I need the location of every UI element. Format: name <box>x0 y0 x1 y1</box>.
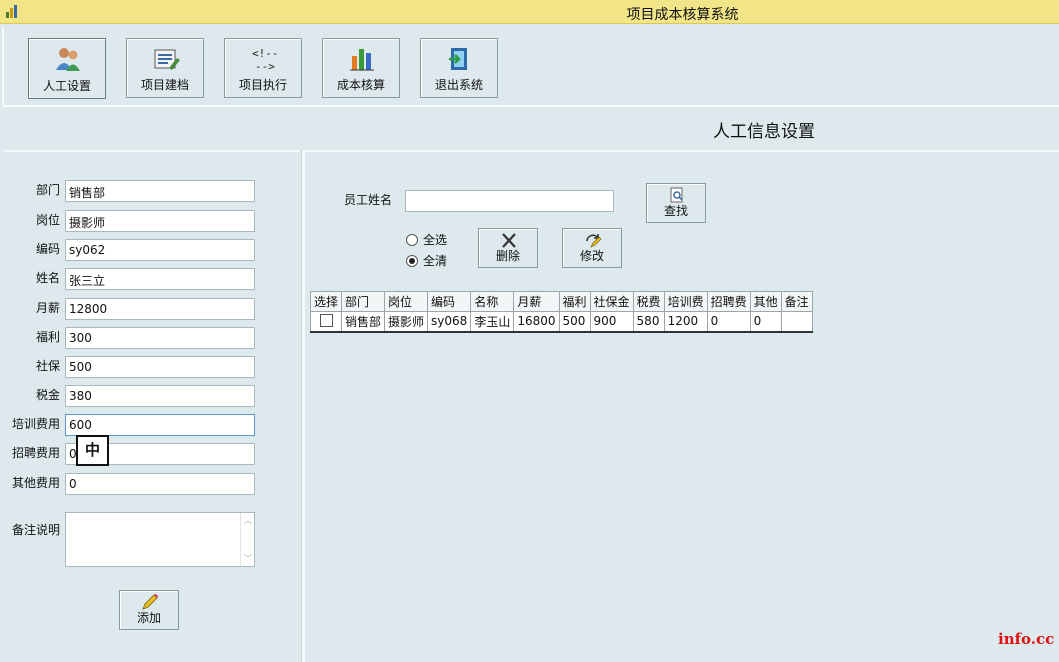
clear-all-radio-circle[interactable] <box>406 255 418 267</box>
edit-button-label: 修改 <box>579 249 604 263</box>
position-input[interactable]: 摄影师 <box>65 210 255 232</box>
social-security-label: 社保 <box>35 359 60 373</box>
position-label: 岗位 <box>35 213 60 227</box>
archive-icon <box>154 49 180 70</box>
employee-table: 选择 部门 岗位 编码 名称 月薪 福利 社保金 税费 培训费 招聘费 其他 备… <box>309 291 813 333</box>
table-cell[interactable]: 900 <box>589 311 634 333</box>
remarks-textarea[interactable]: ︿ ﹀ <box>65 512 255 567</box>
other-cost-label: 其他费用 <box>11 476 60 490</box>
code-input[interactable]: sy062 <box>65 239 255 261</box>
select-all-radio-circle[interactable] <box>406 234 418 246</box>
watermark: info.cc <box>998 630 1055 648</box>
welfare-label: 福利 <box>35 330 60 344</box>
clear-all-radio[interactable]: 全清 <box>406 252 447 269</box>
table-row[interactable]: 销售部 摄影师 sy068 李玉山 16800 500 900 580 1200… <box>309 311 813 333</box>
remarks-scrollbar[interactable]: ︿ ﹀ <box>240 513 254 566</box>
table-cell[interactable]: 0 <box>749 311 782 333</box>
table-cell[interactable]: 580 <box>632 311 665 333</box>
code-label: 编码 <box>35 242 60 256</box>
tax-input[interactable]: 380 <box>65 385 255 407</box>
table-header-row: 选择 部门 岗位 编码 名称 月薪 福利 社保金 税费 培训费 招聘费 其他 备… <box>309 291 813 312</box>
other-cost-input[interactable]: 0 <box>65 473 255 495</box>
toolbar-button-exit-system[interactable]: 退出系统 <box>420 38 498 98</box>
toolbar-button-label: 成本核算 <box>336 78 385 92</box>
row-select-checkbox[interactable] <box>319 314 333 328</box>
monthly-salary-input[interactable]: 12800 <box>65 298 255 320</box>
add-button-label: 添加 <box>136 611 161 625</box>
department-input[interactable]: 销售部 <box>65 180 255 202</box>
name-label: 姓名 <box>35 271 60 285</box>
column-header-social-security[interactable]: 社保金 <box>589 291 634 312</box>
table-cell[interactable]: 李玉山 <box>470 311 515 333</box>
toolbar-button-label: 项目执行 <box>238 78 287 92</box>
toolbar-button-label: 项目建档 <box>140 78 189 92</box>
table-cell[interactable] <box>780 311 813 333</box>
column-header-select[interactable]: 选择 <box>309 291 343 312</box>
title-bar: 项目成本核算系统 <box>0 0 1059 24</box>
scroll-up-icon[interactable]: ︿ <box>244 515 252 526</box>
monthly-salary-label: 月薪 <box>35 301 60 315</box>
bar-chart-icon <box>350 49 374 71</box>
execute-icon: <!-- --> <box>252 47 279 73</box>
add-button[interactable]: 添加 <box>119 590 179 630</box>
find-button[interactable]: 查找 <box>646 183 706 223</box>
employee-list-panel <box>305 150 1059 662</box>
window-title: 项目成本核算系统 <box>626 7 739 23</box>
table-cell[interactable]: 1200 <box>663 311 708 333</box>
welfare-input[interactable]: 300 <box>65 327 255 349</box>
delete-button[interactable]: 删除 <box>478 228 538 268</box>
social-security-input[interactable]: 500 <box>65 356 255 378</box>
svg-text:-->: --> <box>255 60 275 73</box>
ime-indicator[interactable]: 中 <box>76 435 109 466</box>
clear-all-label: 全清 <box>423 254 448 268</box>
department-label: 部门 <box>35 183 60 197</box>
employee-name-input[interactable] <box>405 190 614 212</box>
column-header-monthly-salary[interactable]: 月薪 <box>513 291 560 312</box>
users-icon <box>56 48 80 71</box>
toolbar-button-project-archive[interactable]: 项目建档 <box>126 38 204 98</box>
delete-button-label: 删除 <box>495 249 520 263</box>
table-cell-select[interactable] <box>309 311 343 333</box>
svg-text:<!--: <!-- <box>252 47 279 60</box>
training-cost-label: 培训费用 <box>11 417 60 431</box>
table-cell[interactable]: 500 <box>558 311 591 333</box>
find-button-label: 查找 <box>663 204 688 218</box>
toolbar-button-label: 人工设置 <box>42 79 91 93</box>
exit-icon <box>449 48 467 70</box>
table-cell[interactable]: 摄影师 <box>384 311 429 333</box>
column-header-training[interactable]: 培训费 <box>663 291 708 312</box>
page-title: 人工信息设置 <box>713 122 815 142</box>
column-header-welfare[interactable]: 福利 <box>558 291 591 312</box>
training-cost-input[interactable]: 600 <box>65 414 255 436</box>
toolbar-button-labor-settings[interactable]: 人工设置 <box>28 38 106 99</box>
remarks-label: 备注说明 <box>11 523 60 537</box>
select-all-label: 全选 <box>423 233 448 247</box>
main-toolbar: 人工设置 项目建档 <!-- --> 项目执行 成本核算 退出系统 <box>2 26 1059 107</box>
table-cell[interactable]: 销售部 <box>341 311 386 333</box>
table-cell[interactable]: 0 <box>706 311 751 333</box>
column-header-department[interactable]: 部门 <box>341 291 386 312</box>
table-cell[interactable]: sy068 <box>427 311 472 333</box>
column-header-code[interactable]: 编码 <box>427 291 472 312</box>
column-header-position[interactable]: 岗位 <box>384 291 429 312</box>
scroll-down-icon[interactable]: ﹀ <box>244 553 252 564</box>
column-header-tax[interactable]: 税费 <box>632 291 665 312</box>
toolbar-button-project-execute[interactable]: <!-- --> 项目执行 <box>224 38 302 98</box>
employee-name-label: 员工姓名 <box>344 193 393 207</box>
edit-button[interactable]: 修改 <box>562 228 622 268</box>
toolbar-button-label: 退出系统 <box>434 78 483 92</box>
recruiting-cost-label: 招聘费用 <box>11 446 60 460</box>
select-all-radio[interactable]: 全选 <box>406 231 447 248</box>
column-header-name[interactable]: 名称 <box>470 291 515 312</box>
table-cell[interactable]: 16800 <box>513 311 560 333</box>
tax-label: 税金 <box>35 388 60 402</box>
name-input[interactable]: 张三立 <box>65 268 255 290</box>
column-header-remarks[interactable]: 备注 <box>780 291 813 312</box>
column-header-recruiting[interactable]: 招聘费 <box>706 291 751 312</box>
toolbar-button-cost-accounting[interactable]: 成本核算 <box>322 38 400 98</box>
column-header-other[interactable]: 其他 <box>749 291 782 312</box>
